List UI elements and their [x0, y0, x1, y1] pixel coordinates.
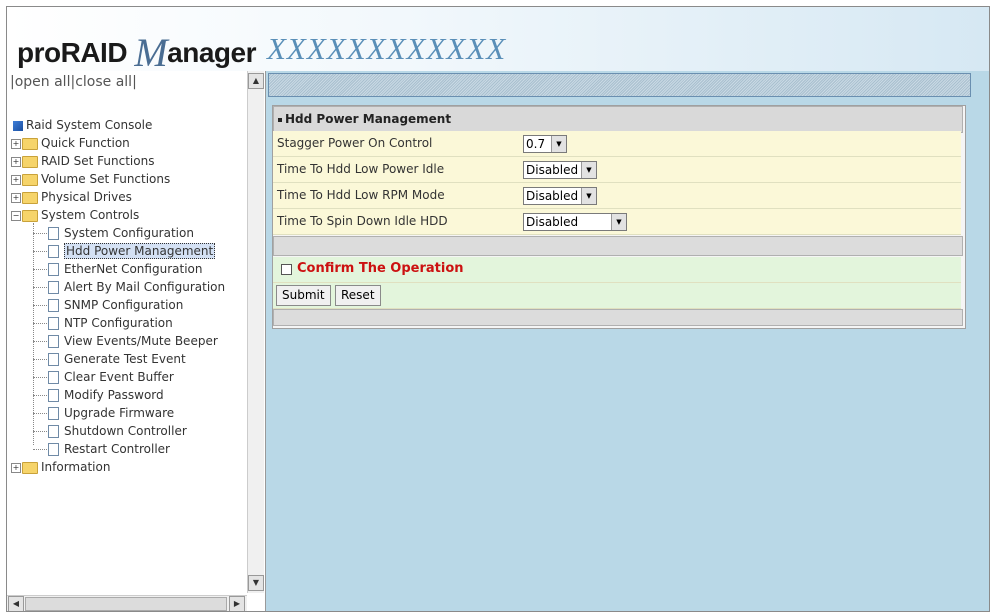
- folder-icon: [22, 137, 38, 150]
- folder-icon: [22, 461, 38, 474]
- field-row-low-rpm-mode: Time To Hdd Low RPM Mode Disabled ▼: [273, 183, 961, 209]
- page-icon: [48, 425, 59, 438]
- chevron-down-icon[interactable]: ▼: [581, 188, 596, 204]
- bullet-icon: [278, 117, 282, 122]
- app-window: proRAID Manager XXXXXXXXXXXX |open all|c…: [6, 6, 990, 612]
- brand-logo: proRAID Manager: [17, 29, 256, 76]
- footer-bar: [273, 309, 963, 326]
- confirm-row: Confirm The Operation: [273, 257, 961, 283]
- tree-item-modify-password[interactable]: Modify Password: [33, 387, 164, 403]
- open-close-bar: |open all|close all|: [10, 74, 137, 90]
- open-folder-icon: [22, 209, 38, 222]
- scroll-thumb[interactable]: [25, 597, 227, 611]
- submit-button[interactable]: Submit: [276, 285, 331, 306]
- tree-item-ethernet-configuration[interactable]: EtherNet Configuration: [33, 261, 202, 277]
- tree-item-snmp-configuration[interactable]: SNMP Configuration: [33, 297, 183, 313]
- tree-item-clear-event-buffer[interactable]: Clear Event Buffer: [33, 369, 174, 385]
- tree-item-generate-test-event[interactable]: Generate Test Event: [33, 351, 186, 367]
- tree-item-quick-function[interactable]: + Quick Function: [11, 135, 130, 151]
- horizontal-scrollbar[interactable]: ◀ ▶: [7, 595, 247, 611]
- folder-icon: [22, 155, 38, 168]
- main-top-bar: [268, 73, 971, 97]
- expand-icon[interactable]: +: [11, 156, 21, 167]
- open-all-link[interactable]: open all: [15, 74, 71, 90]
- brand-pre: proRAID: [17, 37, 128, 68]
- scroll-down-icon[interactable]: ▼: [248, 575, 264, 591]
- brand-m: M: [134, 30, 168, 75]
- scroll-right-icon[interactable]: ▶: [229, 596, 245, 611]
- tree-item-system-controls[interactable]: − System Controls: [11, 207, 139, 223]
- form-header: Hdd Power Management: [273, 106, 963, 133]
- separator-bar: [273, 236, 963, 256]
- chevron-down-icon[interactable]: ▼: [581, 162, 596, 178]
- main-pane: Hdd Power Management Stagger Power On Co…: [266, 71, 989, 611]
- hdd-power-form: Hdd Power Management Stagger Power On Co…: [272, 105, 966, 329]
- close-all-link[interactable]: close all: [75, 74, 132, 90]
- page-icon: [48, 281, 59, 294]
- tree-item-ntp-configuration[interactable]: NTP Configuration: [33, 315, 173, 331]
- button-row: Submit Reset: [273, 283, 961, 309]
- low-power-idle-select[interactable]: Disabled ▼: [523, 161, 597, 179]
- field-row-stagger-power: Stagger Power On Control 0.7 ▼: [273, 131, 961, 157]
- stagger-power-select[interactable]: 0.7 ▼: [523, 135, 567, 153]
- chevron-down-icon[interactable]: ▼: [551, 136, 566, 152]
- page-icon: [48, 317, 59, 330]
- confirm-label[interactable]: Confirm The Operation: [297, 257, 464, 281]
- expand-icon[interactable]: +: [11, 174, 21, 185]
- vertical-scrollbar[interactable]: ▲ ▼: [247, 71, 264, 593]
- tree-item-alert-by-mail[interactable]: Alert By Mail Configuration: [33, 279, 225, 295]
- tree-item-upgrade-firmware[interactable]: Upgrade Firmware: [33, 405, 174, 421]
- header-banner: proRAID Manager XXXXXXXXXXXX: [7, 7, 989, 75]
- page-icon: [48, 227, 59, 240]
- expand-icon[interactable]: +: [11, 462, 21, 473]
- page-icon: [48, 443, 59, 456]
- folder-icon: [22, 173, 38, 186]
- tree-root-label: Raid System Console: [26, 118, 153, 132]
- page-icon: [48, 389, 59, 402]
- tree-item-information[interactable]: + Information: [11, 459, 110, 475]
- confirm-checkbox[interactable]: [281, 264, 292, 275]
- expand-icon[interactable]: +: [11, 138, 21, 149]
- page-icon: [48, 407, 59, 420]
- tree-item-restart-controller[interactable]: Restart Controller: [33, 441, 170, 457]
- expand-icon[interactable]: +: [11, 192, 21, 203]
- console-icon: [13, 120, 23, 131]
- field-row-spin-down: Time To Spin Down Idle HDD Disabled ▼: [273, 209, 961, 235]
- tree-item-volume-set-functions[interactable]: + Volume Set Functions: [11, 171, 170, 187]
- tree-item-shutdown-controller[interactable]: Shutdown Controller: [33, 423, 187, 439]
- brand-post: anager: [167, 37, 256, 68]
- nav-pane: |open all|close all| Raid System Console…: [7, 71, 266, 611]
- field-row-low-power-idle: Time To Hdd Low Power Idle Disabled ▼: [273, 157, 961, 183]
- tree-item-raid-set-functions[interactable]: + RAID Set Functions: [11, 153, 154, 169]
- page-icon: [48, 263, 59, 276]
- page-icon: [48, 371, 59, 384]
- scroll-up-icon[interactable]: ▲: [248, 73, 264, 89]
- page-icon: [48, 245, 59, 258]
- product-name: XXXXXXXXXXXX: [267, 31, 507, 66]
- tree-item-physical-drives[interactable]: + Physical Drives: [11, 189, 132, 205]
- page-icon: [48, 299, 59, 312]
- collapse-icon[interactable]: −: [11, 210, 21, 221]
- tree-root[interactable]: Raid System Console: [13, 117, 152, 133]
- tree-item-view-events[interactable]: View Events/Mute Beeper: [33, 333, 218, 349]
- page-icon: [48, 353, 59, 366]
- folder-icon: [22, 191, 38, 204]
- chevron-down-icon[interactable]: ▼: [611, 214, 626, 230]
- reset-button[interactable]: Reset: [335, 285, 381, 306]
- form-title: Hdd Power Management: [285, 112, 452, 126]
- spin-down-select[interactable]: Disabled ▼: [523, 213, 627, 231]
- tree-item-system-configuration[interactable]: System Configuration: [33, 225, 194, 241]
- tree-item-hdd-power-management[interactable]: Hdd Power Management: [33, 243, 216, 259]
- page-icon: [48, 335, 59, 348]
- low-rpm-mode-select[interactable]: Disabled ▼: [523, 187, 597, 205]
- scroll-left-icon[interactable]: ◀: [8, 596, 24, 611]
